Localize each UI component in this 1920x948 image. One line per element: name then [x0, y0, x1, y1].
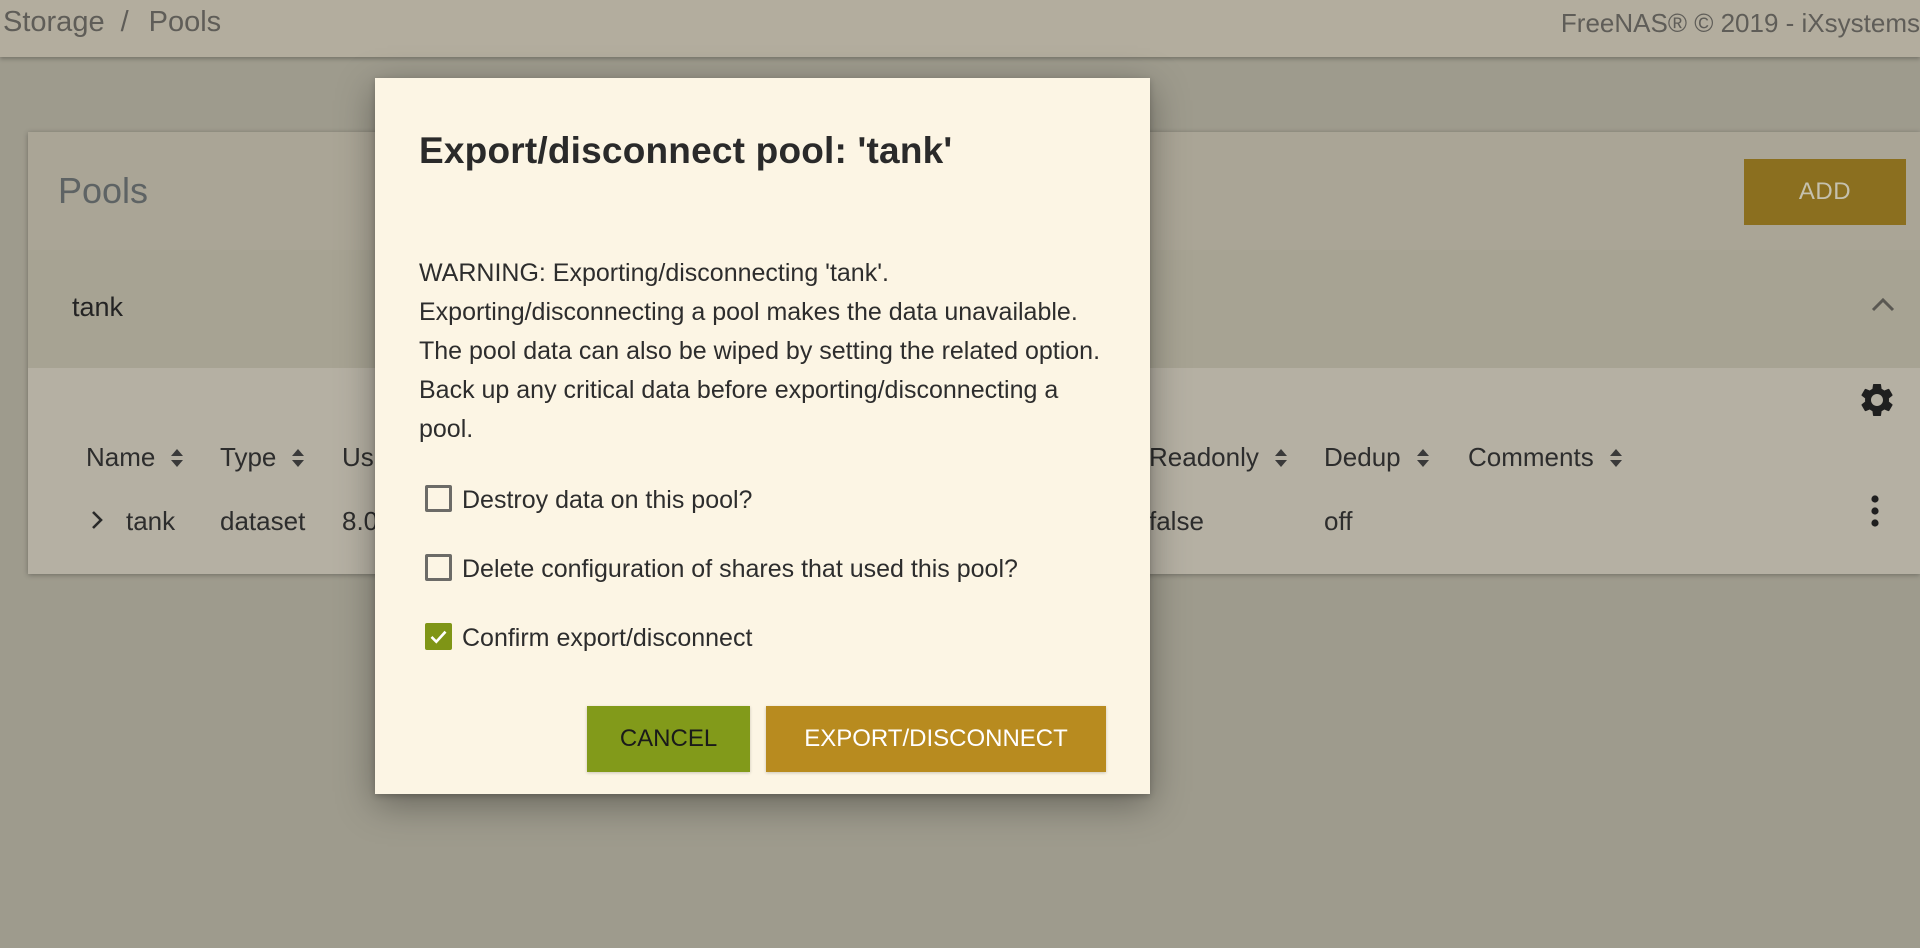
column-header-label: Type [220, 442, 277, 472]
delete-shares-checkbox[interactable] [425, 554, 452, 581]
confirm-export-label: Confirm export/disconnect [462, 624, 753, 652]
column-header-readonly[interactable]: Readonly [1149, 442, 1289, 473]
column-header-label: Name [86, 442, 156, 472]
row-used: 8.0 [342, 506, 379, 536]
sort-icon [1274, 448, 1287, 467]
sort-icon [171, 448, 184, 467]
column-header-label: Readonly [1149, 442, 1259, 472]
check-icon [430, 630, 447, 644]
column-header-type[interactable]: Type [220, 442, 306, 473]
export-disconnect-dialog: Export/disconnect pool: 'tank' WARNING: … [375, 78, 1150, 794]
breadcrumb-pools: Pools [148, 6, 222, 38]
sort-icon [292, 448, 305, 467]
confirm-export-checkbox[interactable] [425, 623, 452, 650]
copyright-text: FreeNAS® © 2019 - iXsystems [1560, 8, 1920, 38]
column-header-dedup[interactable]: Dedup [1324, 442, 1431, 473]
top-bar: Storage / Pools FreeNAS® © 2019 - iXsyst… [0, 0, 1920, 57]
card-title: Pools [58, 170, 149, 211]
pool-name: tank [72, 292, 124, 322]
sort-icon [1416, 448, 1429, 467]
column-header-comments[interactable]: Comments [1468, 442, 1624, 473]
column-header-name[interactable]: Name [86, 442, 185, 473]
chevron-right-icon[interactable] [88, 508, 106, 532]
row-type: dataset [220, 506, 306, 536]
destroy-data-option[interactable]: Destroy data on this pool? [425, 485, 753, 515]
destroy-data-checkbox[interactable] [425, 485, 452, 512]
row-dedup: off [1324, 506, 1353, 536]
sort-icon [1609, 448, 1622, 467]
dialog-warning-message: WARNING: Exporting/disconnecting 'tank'.… [419, 259, 1101, 443]
dialog-title: Export/disconnect pool: 'tank' [419, 130, 953, 171]
delete-shares-option[interactable]: Delete configuration of shares that used… [425, 554, 1018, 584]
column-header-label: Us [342, 442, 374, 472]
gear-icon[interactable] [1857, 380, 1897, 420]
more-vert-icon[interactable] [1870, 494, 1880, 528]
export-disconnect-button[interactable]: EXPORT/DISCONNECT [766, 706, 1106, 772]
row-name: tank [126, 506, 176, 536]
breadcrumb: Storage / Pools [3, 6, 221, 39]
delete-shares-label: Delete configuration of shares that used… [462, 555, 1018, 583]
breadcrumb-separator: / [120, 6, 129, 38]
column-header-label: Dedup [1324, 442, 1401, 472]
confirm-export-option[interactable]: Confirm export/disconnect [425, 623, 753, 653]
destroy-data-label: Destroy data on this pool? [462, 486, 753, 514]
add-button[interactable]: ADD [1744, 159, 1906, 225]
breadcrumb-storage[interactable]: Storage [3, 6, 105, 39]
chevron-up-icon[interactable] [1868, 290, 1898, 320]
column-header-used[interactable]: Us [342, 442, 374, 473]
row-readonly: false [1149, 506, 1204, 536]
cancel-button[interactable]: CANCEL [587, 706, 750, 772]
column-header-label: Comments [1468, 442, 1594, 472]
